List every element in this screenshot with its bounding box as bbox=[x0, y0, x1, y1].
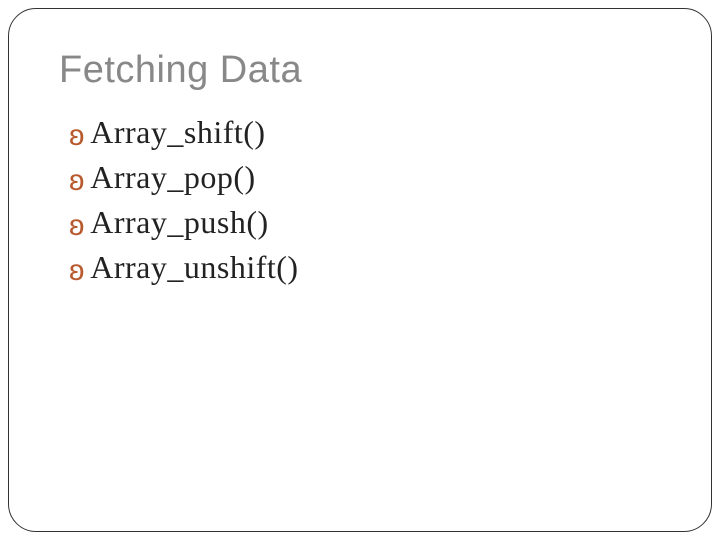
list-item: ʚ Array_pop() bbox=[69, 159, 661, 196]
bullet-text: Array_shift() bbox=[90, 114, 265, 151]
bullet-icon: ʚ bbox=[69, 121, 84, 151]
bullet-text: Array_pop() bbox=[90, 159, 255, 196]
list-item: ʚ Array_shift() bbox=[69, 114, 661, 151]
bullet-icon: ʚ bbox=[69, 256, 84, 286]
bullet-list: ʚ Array_shift() ʚ Array_pop() ʚ Array_pu… bbox=[59, 114, 661, 286]
bullet-text: Array_unshift() bbox=[90, 249, 298, 286]
page-title: Fetching Data bbox=[59, 49, 661, 92]
list-item: ʚ Array_push() bbox=[69, 204, 661, 241]
bullet-icon: ʚ bbox=[69, 211, 84, 241]
list-item: ʚ Array_unshift() bbox=[69, 249, 661, 286]
bullet-text: Array_push() bbox=[90, 204, 268, 241]
slide-frame: Fetching Data ʚ Array_shift() ʚ Array_po… bbox=[8, 8, 712, 532]
bullet-icon: ʚ bbox=[69, 166, 84, 196]
